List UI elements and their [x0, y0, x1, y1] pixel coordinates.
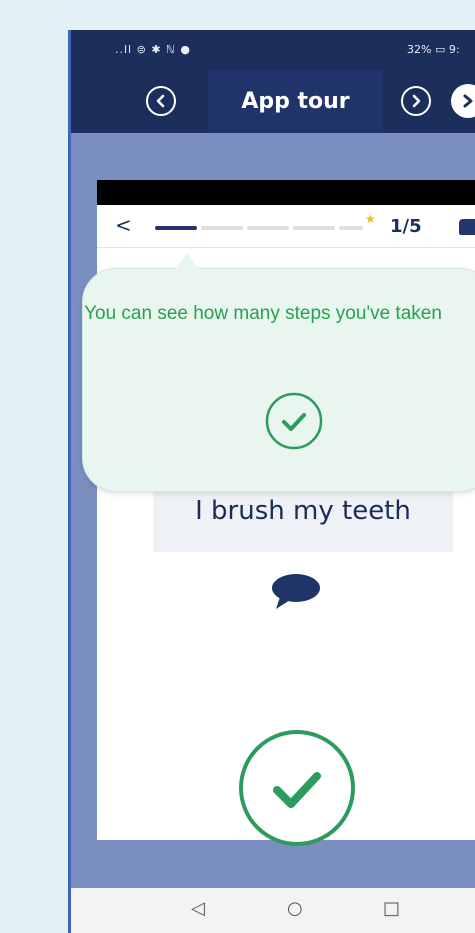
- tour-tooltip: You can see how many steps you've taken: [82, 253, 475, 492]
- progress-bar-row: < ★ 1/5: [97, 205, 475, 248]
- progress-segment-2: [201, 226, 243, 230]
- task-label: I brush my teeth: [195, 496, 411, 526]
- chevron-right-icon: [412, 94, 421, 108]
- progress-segment-4: [293, 226, 335, 230]
- tooltip-check-icon[interactable]: [264, 391, 324, 451]
- complete-step-button[interactable]: [237, 728, 357, 848]
- prev-button[interactable]: [146, 86, 176, 116]
- thumbs-up-icon[interactable]: [459, 219, 475, 235]
- tooltip-pointer: [175, 253, 199, 269]
- progress-segment-5: [339, 226, 363, 230]
- progress-segment-3: [247, 226, 289, 230]
- status-bar: ..ll ⊜ ✱ ℕ ● 32% ▭ 9:: [71, 30, 475, 70]
- tooltip-message: You can see how many steps you've taken: [84, 303, 442, 324]
- speech-bubble-icon[interactable]: [270, 573, 322, 611]
- step-counter: 1/5: [390, 216, 422, 237]
- app-header: App tour: [71, 70, 475, 133]
- chevron-left-icon: [156, 94, 165, 108]
- page-title: App tour: [208, 70, 383, 133]
- nav-recent-button[interactable]: □: [383, 898, 400, 919]
- close-icon: [463, 94, 473, 108]
- nav-home-button[interactable]: ○: [287, 898, 303, 919]
- battery-time: 32% ▭ 9:: [407, 43, 460, 56]
- nav-back-button[interactable]: ◁: [191, 898, 205, 919]
- back-button[interactable]: <: [115, 213, 132, 237]
- star-icon: ★: [365, 212, 376, 226]
- system-nav-bar: ◁ ○ □: [71, 888, 475, 933]
- preview-status-strip: [97, 180, 475, 205]
- close-button[interactable]: [451, 84, 475, 118]
- next-button[interactable]: [401, 86, 431, 116]
- progress-segment-1: [155, 226, 197, 230]
- status-icons: ..ll ⊜ ✱ ℕ ●: [115, 43, 191, 56]
